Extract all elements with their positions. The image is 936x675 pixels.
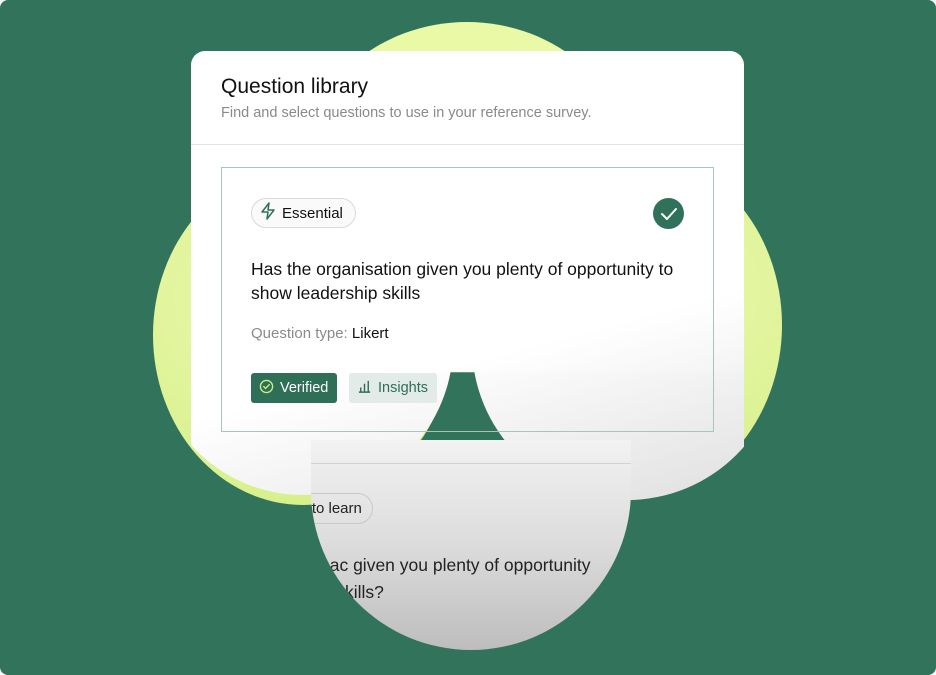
next-question-text-line2: kills? xyxy=(345,582,384,602)
question-card-selected[interactable]: Essential Has the organisation given you… xyxy=(221,167,714,432)
next-question-type: ert xyxy=(366,620,384,637)
library-header: Question library Find and select questio… xyxy=(191,51,744,145)
verified-icon xyxy=(259,379,274,398)
question-type-value: Likert xyxy=(351,325,389,342)
insights-label: Insights xyxy=(378,380,428,396)
next-question-tag: ty to learn xyxy=(311,500,362,517)
verified-label: Verified xyxy=(280,380,329,396)
next-question-text-line1: bac given you plenty of opportunity xyxy=(320,555,591,575)
selected-check-icon[interactable] xyxy=(653,198,684,229)
tag-essential-label: Essential xyxy=(282,204,343,222)
question-text: Has the organisation given you plenty of… xyxy=(251,259,674,303)
question-type-label: Question type: xyxy=(251,325,348,342)
card-lobe-bottom: ty to learn bac given you plenty of oppo… xyxy=(311,440,631,650)
page-subtitle: Find and select questions to use in your… xyxy=(221,105,592,121)
background-canvas: ty to learn bac given you plenty of oppo… xyxy=(0,0,936,675)
verified-badge: Verified xyxy=(251,373,338,403)
lightning-icon xyxy=(260,202,276,224)
insights-badge: Insights xyxy=(349,373,437,403)
page-title: Question library xyxy=(221,75,369,98)
question-type: Question type: Likert xyxy=(251,325,389,342)
bar-chart-icon xyxy=(357,379,372,398)
tag-essential: Essential xyxy=(251,198,356,228)
